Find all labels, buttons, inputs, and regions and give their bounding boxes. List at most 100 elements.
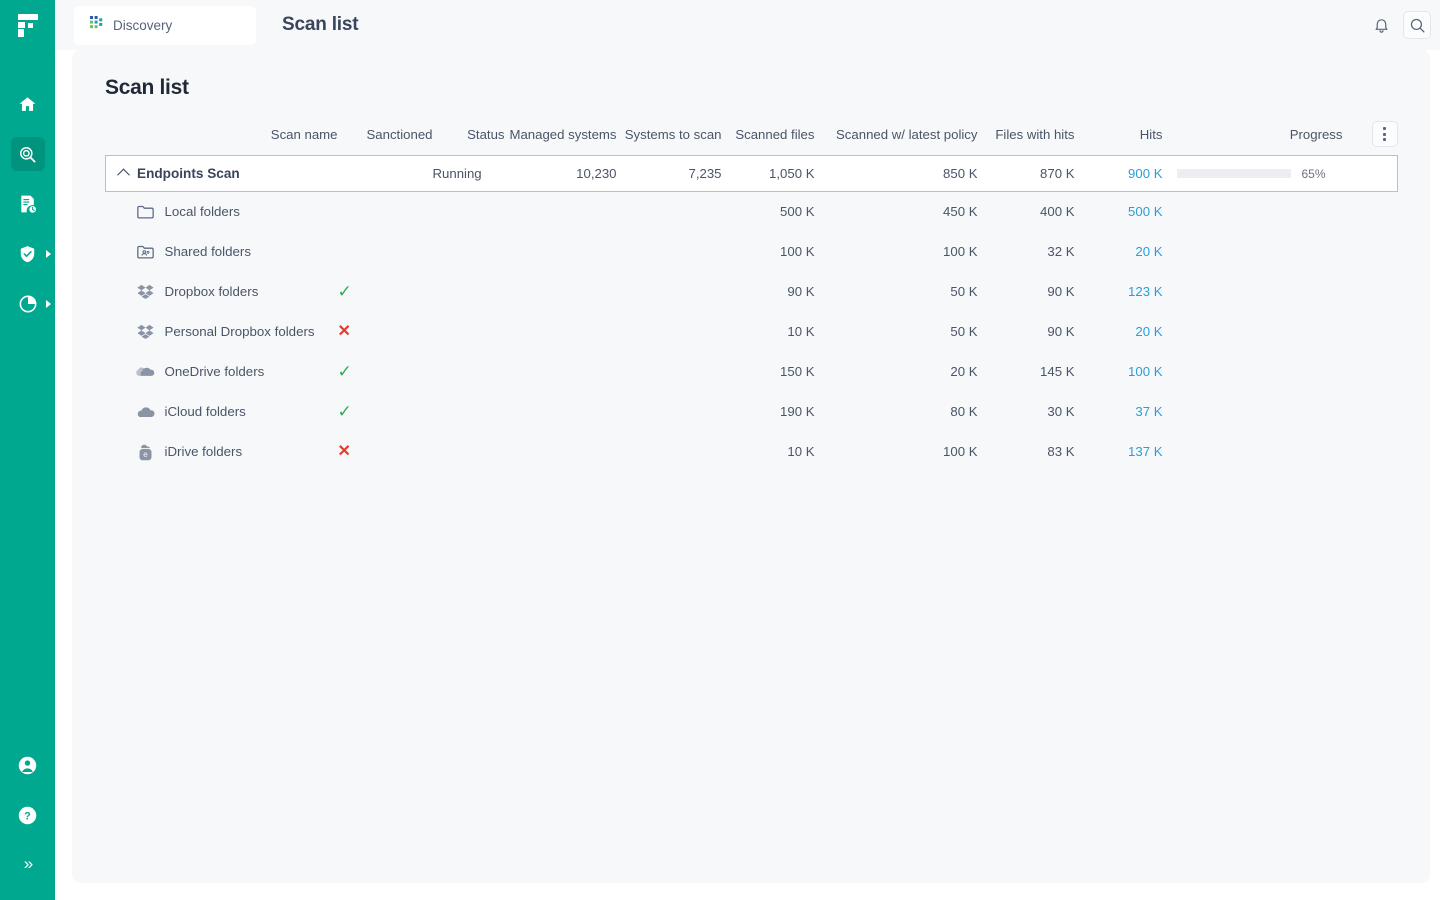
table-row[interactable]: OneDrive folders ✓ 150 K 20 K 145 K 100 K (106, 352, 1398, 392)
column-header-scan-name[interactable]: Scan name (106, 118, 338, 156)
chevron-right-icon (46, 250, 51, 258)
scan-list-table: Scan name Sanctioned Status Managed syst… (105, 118, 1398, 472)
cell-scanned-files: 10 K (787, 324, 815, 339)
tab-discovery[interactable]: Discovery (74, 5, 256, 45)
cell-scan-name[interactable]: Endpoints Scan (105, 155, 338, 192)
sidebar-item-protection[interactable] (0, 229, 55, 279)
sidebar-item-analytics[interactable] (0, 279, 55, 329)
table-row[interactable]: Shared folders 100 K 100 K 32 K 20 K (106, 232, 1398, 272)
cell-scanned-files: 10 K (787, 444, 815, 459)
cell-systems-to-scan (617, 312, 722, 352)
cell-status (433, 432, 505, 472)
home-icon (11, 87, 45, 121)
folder-icon (136, 202, 156, 222)
user-circle-icon (11, 748, 45, 782)
column-header-progress[interactable]: Progress (1163, 118, 1343, 156)
cell-scan-name[interactable]: Local folders (106, 192, 338, 232)
cell-systems-to-scan (617, 352, 722, 392)
cell-systems-to-scan: 7,235 (616, 155, 722, 192)
cell-sanctioned: ✓ (338, 392, 433, 432)
table-row[interactable]: Dropbox folders ✓ 90 K 50 K 90 K 123 K (106, 272, 1398, 312)
cell-row-menu (1343, 392, 1398, 432)
cell-sanctioned (338, 192, 433, 232)
cell-hits[interactable]: 20 K (1075, 232, 1162, 272)
question-circle-icon: ? (11, 798, 45, 832)
sidebar-item-help[interactable]: ? (0, 790, 55, 840)
topbar-actions (1367, 11, 1431, 39)
cell-status: Running (432, 155, 505, 192)
sidebar-item-home[interactable] (0, 79, 55, 129)
cell-progress (1163, 392, 1343, 432)
column-header-hits[interactable]: Hits (1075, 118, 1163, 156)
table-row-parent[interactable]: Endpoints Scan Running 10,230 7,235 1,050 K8… (105, 155, 1398, 192)
kebab-menu-icon[interactable] (1371, 121, 1398, 147)
cell-hits[interactable]: 137 K (1075, 432, 1162, 472)
topbar-title: Scan list (282, 14, 359, 35)
cell-hits[interactable]: 500 K (1075, 192, 1162, 232)
cell-scan-name[interactable]: OneDrive folders (106, 352, 338, 392)
search-button[interactable] (1403, 11, 1431, 39)
sanctioned-yes-icon: ✓ (337, 402, 352, 421)
chevron-up-icon[interactable] (117, 168, 130, 182)
column-header-scanned-files[interactable]: Scanned files (722, 118, 814, 156)
cell-row-menu (1343, 232, 1398, 272)
sidebar-item-account[interactable] (0, 740, 55, 790)
child-scan-name-label: iDrive folders (164, 444, 243, 459)
cell-hits[interactable]: 37 K (1075, 392, 1162, 432)
cell-scanned-files: 90 K (787, 284, 815, 299)
notifications-button[interactable] (1367, 11, 1395, 39)
cell-hits[interactable]: 20 K (1075, 312, 1162, 352)
column-header-managed-systems[interactable]: Managed systems (505, 118, 616, 156)
svg-text:?: ? (24, 810, 31, 822)
cell-sanctioned: ✓ (338, 272, 433, 312)
cell-managed-systems (505, 312, 617, 352)
cell-scan-name[interactable]: Dropbox folders (106, 272, 338, 312)
child-scan-name-label: Personal Dropbox folders (164, 324, 315, 339)
column-header-files-with-hits[interactable]: Files with hits (978, 118, 1074, 156)
app-logo[interactable] (0, 0, 55, 50)
cell-scan-name[interactable]: Shared folders (106, 232, 338, 272)
cell-scanned-files: 500 K (780, 204, 815, 220)
cell-files-with-hits: 90 K (1047, 284, 1075, 299)
idrive-icon: e (136, 442, 156, 462)
cell-hits[interactable]: 900 K (1074, 155, 1163, 192)
cell-progress (1163, 432, 1343, 472)
cell-scanned-latest-policy: 80 K (950, 404, 978, 419)
column-header-status[interactable]: Status (433, 118, 504, 156)
sidebar-bottom-nav: ? » (0, 740, 55, 900)
table-row[interactable]: Personal Dropbox folders ✕ 10 K 50 K 90 K 20 … (106, 312, 1398, 352)
document-clock-icon (11, 187, 45, 221)
sanctioned-no-icon: ✕ (337, 322, 351, 340)
table-row[interactable]: Local folders 500 K 450 K 400 K 500 K (106, 192, 1398, 232)
cell-hits[interactable]: 123 K (1075, 272, 1162, 312)
column-header-scanned-latest-policy[interactable]: Scanned w/ latest policy (815, 118, 977, 156)
cell-files-with-hits: 90 K (1047, 324, 1075, 339)
cell-scan-name[interactable]: Personal Dropbox folders (106, 312, 338, 352)
content-wrapper: Scan list Scan name Sanctioned Status Ma… (55, 50, 1440, 900)
cell-progress (1163, 232, 1343, 272)
cell-sanctioned: ✓ (338, 352, 433, 392)
sidebar-item-reports[interactable] (0, 179, 55, 229)
cell-status (433, 312, 505, 352)
child-scan-name-label: OneDrive folders (164, 364, 265, 379)
sanctioned-yes-icon: ✓ (337, 282, 352, 301)
cell-files-with-hits: 145 K (1040, 364, 1075, 379)
column-header-systems-to-scan[interactable]: Systems to scan (617, 118, 722, 156)
cell-files-with-hits: 32 K (1047, 244, 1075, 259)
cell-scan-name[interactable]: iCloud folders (106, 392, 338, 432)
cell-files-with-hits: 30 K (1047, 404, 1075, 419)
cell-status (433, 352, 505, 392)
table-header-row: Scan name Sanctioned Status Managed syst… (106, 118, 1398, 156)
sidebar-item-discovery[interactable] (0, 129, 55, 179)
shared-folder-icon (136, 242, 156, 262)
cell-managed-systems (505, 192, 617, 232)
table-row[interactable]: iCloud folders ✓ 190 K 80 K 30 K 37 K (106, 392, 1398, 432)
sidebar-nav (0, 79, 55, 329)
cell-scanned-latest-policy: 100 K (943, 444, 978, 459)
cell-hits[interactable]: 100 K (1075, 352, 1162, 392)
cell-scan-name[interactable]: e iDrive folders (106, 432, 338, 472)
cell-progress (1163, 272, 1343, 312)
column-header-sanctioned[interactable]: Sanctioned (338, 118, 433, 156)
sidebar-collapse-button[interactable]: » (0, 840, 55, 888)
table-row[interactable]: e iDrive folders ✕ 10 K 100 K 83 K 137 K (106, 432, 1398, 472)
